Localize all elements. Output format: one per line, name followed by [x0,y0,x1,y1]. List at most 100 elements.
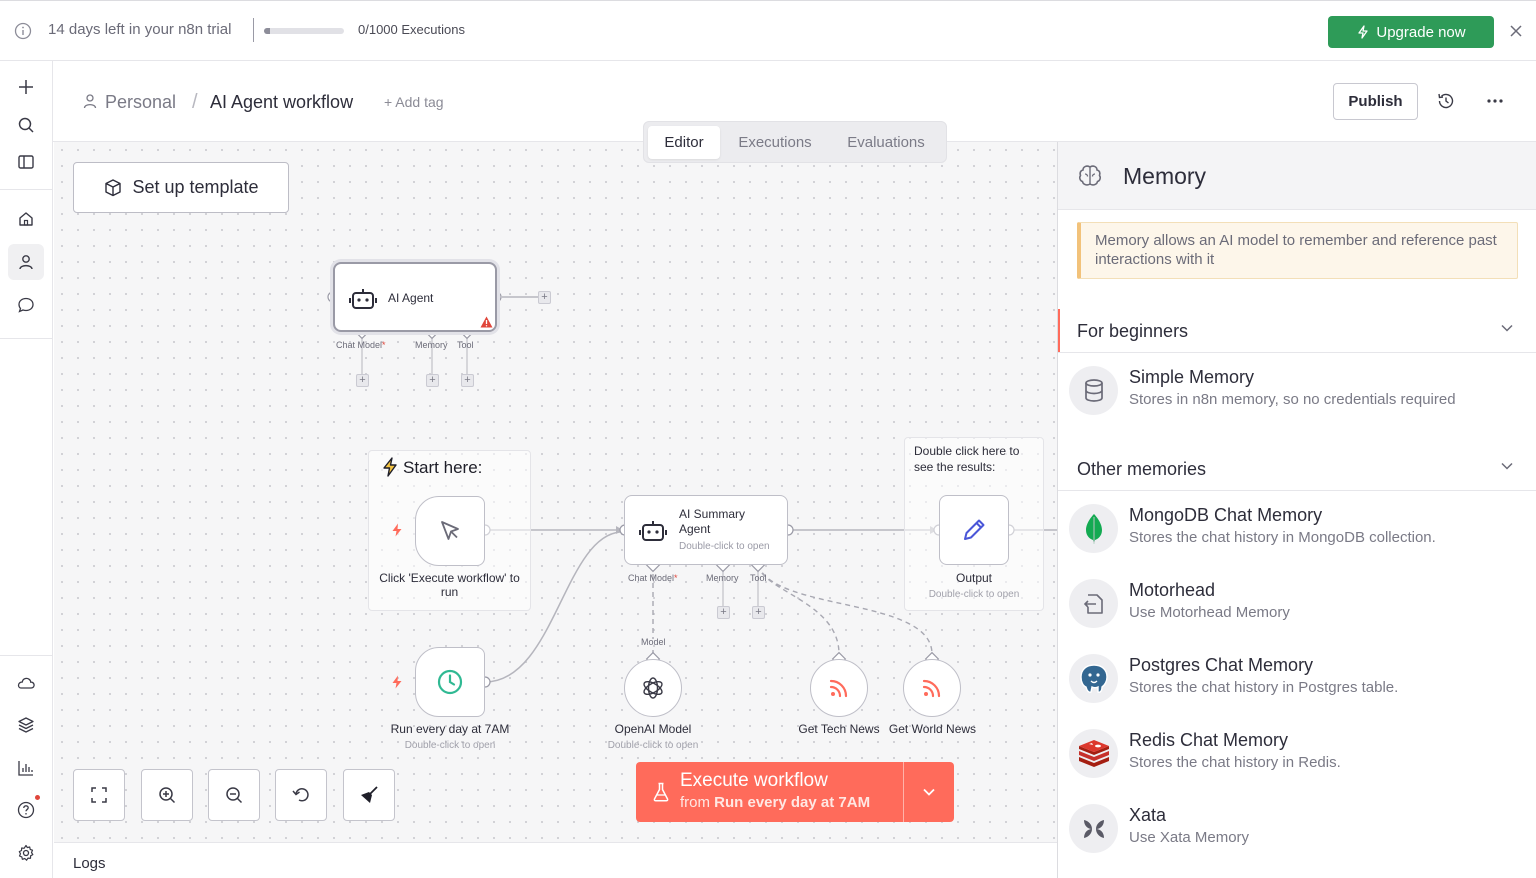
zoom-out-button[interactable] [208,769,260,821]
tab-executions[interactable]: Executions [724,126,826,159]
add-tag-button[interactable]: + Add tag [384,94,444,110]
get-tech-news-node[interactable] [810,659,868,717]
memory-item-name: Postgres Chat Memory [1129,655,1314,675]
workflow-title[interactable]: AI Agent workflow [210,92,353,113]
add-node-plus-icon[interactable]: + [538,291,551,304]
execute-dropdown-button[interactable] [904,762,954,822]
output-node-subtitle: Double-click to open [928,589,1020,600]
memory-item-name: Motorhead [1129,580,1216,600]
fit-view-button[interactable] [73,769,125,821]
get-world-news-node[interactable] [903,659,961,717]
undo-icon [292,788,309,802]
add-memory-plus-icon[interactable]: + [717,606,730,619]
workflow-canvas[interactable]: Set up template AI Agent Chat Model* Mem… [54,142,1057,842]
ai-agent-node[interactable]: AI Agent [333,262,497,332]
add-tool-plus-icon[interactable]: + [461,374,474,387]
memory-item-desc: Stores in n8n memory, so no credentials … [1129,391,1456,408]
required-mark: * [382,340,386,350]
clock-icon [437,669,463,695]
search-icon[interactable] [8,107,44,143]
port-label-chat-model: Chat Model* [336,340,386,350]
ai-summary-agent-node[interactable]: AI Summary Agent Double-click to open [624,495,788,565]
tidy-up-button[interactable] [343,769,395,821]
robot-icon [349,289,377,309]
ai-agent-title: AI Agent [388,291,434,305]
port-label-text: Chat Model [628,573,675,583]
memory-item-desc: Stores the chat history in Redis. [1129,754,1341,771]
section-label: For beginners [1077,321,1189,341]
user-icon [83,94,97,109]
execute-workflow-main[interactable]: Execute workflow from Run every day at 7… [636,762,903,822]
add-icon[interactable] [8,69,44,105]
memory-item-xata[interactable]: Xata Use Xata Memory [1058,798,1536,858]
settings-icon[interactable] [8,835,44,871]
section-for-beginners[interactable]: For beginners [1058,309,1536,352]
add-tool-plus-icon[interactable]: + [752,606,765,619]
required-mark: * [674,573,678,583]
openai-model-node[interactable] [624,659,682,717]
openai-icon [643,677,663,699]
section-divider [1058,352,1536,353]
rail-divider [0,189,53,190]
add-chat-model-plus-icon[interactable]: + [356,374,369,387]
section-label: Other memories [1077,459,1207,479]
panel-title: Memory [1123,163,1207,189]
memory-item-motorhead[interactable]: Motorhead Use Motorhead Memory [1058,573,1536,633]
home-icon[interactable] [8,201,44,237]
cursor-click-icon [441,521,459,540]
memory-item-desc: Use Xata Memory [1129,829,1250,846]
tab-editor[interactable]: Editor [648,126,720,159]
add-memory-plus-icon[interactable]: + [426,374,439,387]
fullscreen-icon [91,787,107,803]
execute-from-prefix: from [680,794,710,811]
trial-banner: 14 days left in your n8n trial 0/1000 Ex… [0,0,1536,61]
rail-divider [0,655,53,656]
publish-button[interactable]: Publish [1333,83,1418,120]
lightning-icon [1358,25,1369,39]
memory-item-name: Redis Chat Memory [1129,730,1289,750]
memory-item-mongodb[interactable]: MongoDB Chat Memory Stores the chat hist… [1058,498,1536,558]
port-label-tool: Tool [750,573,767,583]
broom-icon [361,786,378,803]
info-icon [14,22,32,40]
memory-info-callout: Memory allows an AI model to remember an… [1077,222,1518,279]
reset-zoom-button[interactable] [275,769,327,821]
memory-item-postgres[interactable]: Postgres Chat Memory Stores the chat his… [1058,648,1536,708]
insights-icon[interactable] [8,750,44,786]
close-banner-icon[interactable] [1506,21,1526,41]
port-label-text: Chat Model [336,340,383,350]
schedule-trigger-subtitle: Double-click to open [404,740,496,751]
zoom-in-button[interactable] [141,769,193,821]
robot-icon [639,521,667,541]
cloud-icon[interactable] [8,665,44,701]
section-other-memories[interactable]: Other memories [1058,447,1536,490]
more-options-icon[interactable] [1485,91,1505,111]
chat-icon[interactable] [8,287,44,323]
postgres-icon [1069,654,1118,703]
logs-panel-bar[interactable]: Logs [54,842,1057,878]
upgrade-now-button[interactable]: Upgrade now [1328,16,1494,48]
output-node[interactable] [939,495,1009,565]
memory-item-simple-memory[interactable]: Simple Memory Stores in n8n memory, so n… [1058,360,1536,420]
database-icon [1069,366,1118,415]
schedule-trigger-node[interactable] [415,647,485,717]
set-up-template-button[interactable]: Set up template [73,162,289,213]
templates-icon[interactable] [8,707,44,743]
left-sidebar [0,61,53,878]
memory-item-name: MongoDB Chat Memory [1129,505,1323,525]
xata-icon [1069,804,1118,853]
history-icon[interactable] [1436,91,1456,111]
template-box-icon [105,178,122,196]
memory-item-redis[interactable]: Redis Chat Memory Stores the chat histor… [1058,723,1536,783]
manual-trigger-node[interactable] [415,496,485,566]
tab-evaluations[interactable]: Evaluations [830,126,942,159]
execute-workflow-button[interactable]: Execute workflow from Run every day at 7… [636,762,954,822]
breadcrumb-project[interactable]: Personal [105,92,176,113]
executions-progress-fill [264,28,271,34]
memory-item-name: Simple Memory [1129,367,1255,387]
toggle-sidebar-icon[interactable] [8,144,44,180]
rss-icon [829,679,848,698]
port-label-memory: Memory [706,573,739,583]
ai-summary-agent-title: AI Summary Agent [679,507,746,536]
personal-icon[interactable] [8,244,44,280]
